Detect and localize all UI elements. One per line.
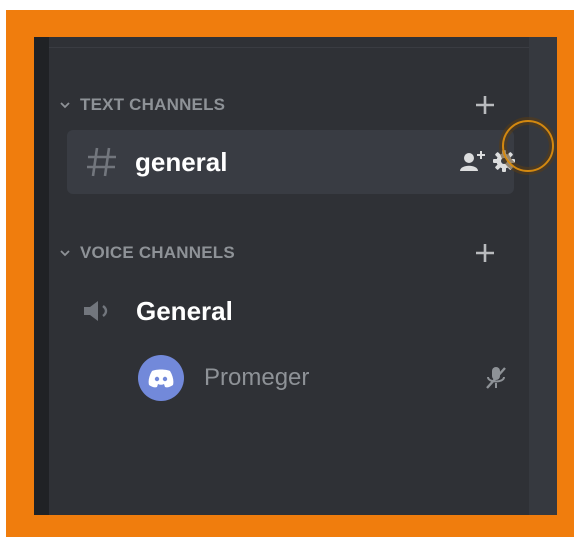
voice-user-name: Promeger xyxy=(204,364,310,391)
speaker-icon xyxy=(82,298,116,324)
add-member-icon[interactable] xyxy=(459,148,487,174)
category-voice-channels[interactable]: VOICE CHANNELS xyxy=(58,238,498,268)
discord-logo-icon xyxy=(138,355,184,401)
voice-channel-general[interactable]: General xyxy=(82,290,382,332)
chat-area-edge xyxy=(529,37,557,515)
channel-sidebar: TEXT CHANNELS general VOICE CHANNELS Gen… xyxy=(34,37,557,515)
screenshot-frame: TEXT CHANNELS general VOICE CHANNELS Gen… xyxy=(0,0,577,539)
text-channel-general[interactable]: general xyxy=(67,130,515,194)
cursor-highlight xyxy=(502,120,554,172)
header-divider xyxy=(49,47,529,48)
category-label: VOICE CHANNELS xyxy=(80,243,235,262)
plus-icon[interactable] xyxy=(472,92,498,118)
server-list-edge xyxy=(34,37,49,515)
hash-icon xyxy=(84,142,120,182)
channel-name: general xyxy=(135,147,228,177)
voice-channel-name: General xyxy=(136,295,233,326)
chevron-down-icon xyxy=(58,98,72,112)
chevron-down-icon xyxy=(58,246,72,260)
plus-icon[interactable] xyxy=(472,240,498,266)
category-text-channels[interactable]: TEXT CHANNELS xyxy=(58,90,498,120)
category-label: TEXT CHANNELS xyxy=(80,95,226,114)
voice-user-promeger[interactable]: Promeger xyxy=(138,355,508,401)
muted-mic-icon xyxy=(484,365,508,391)
